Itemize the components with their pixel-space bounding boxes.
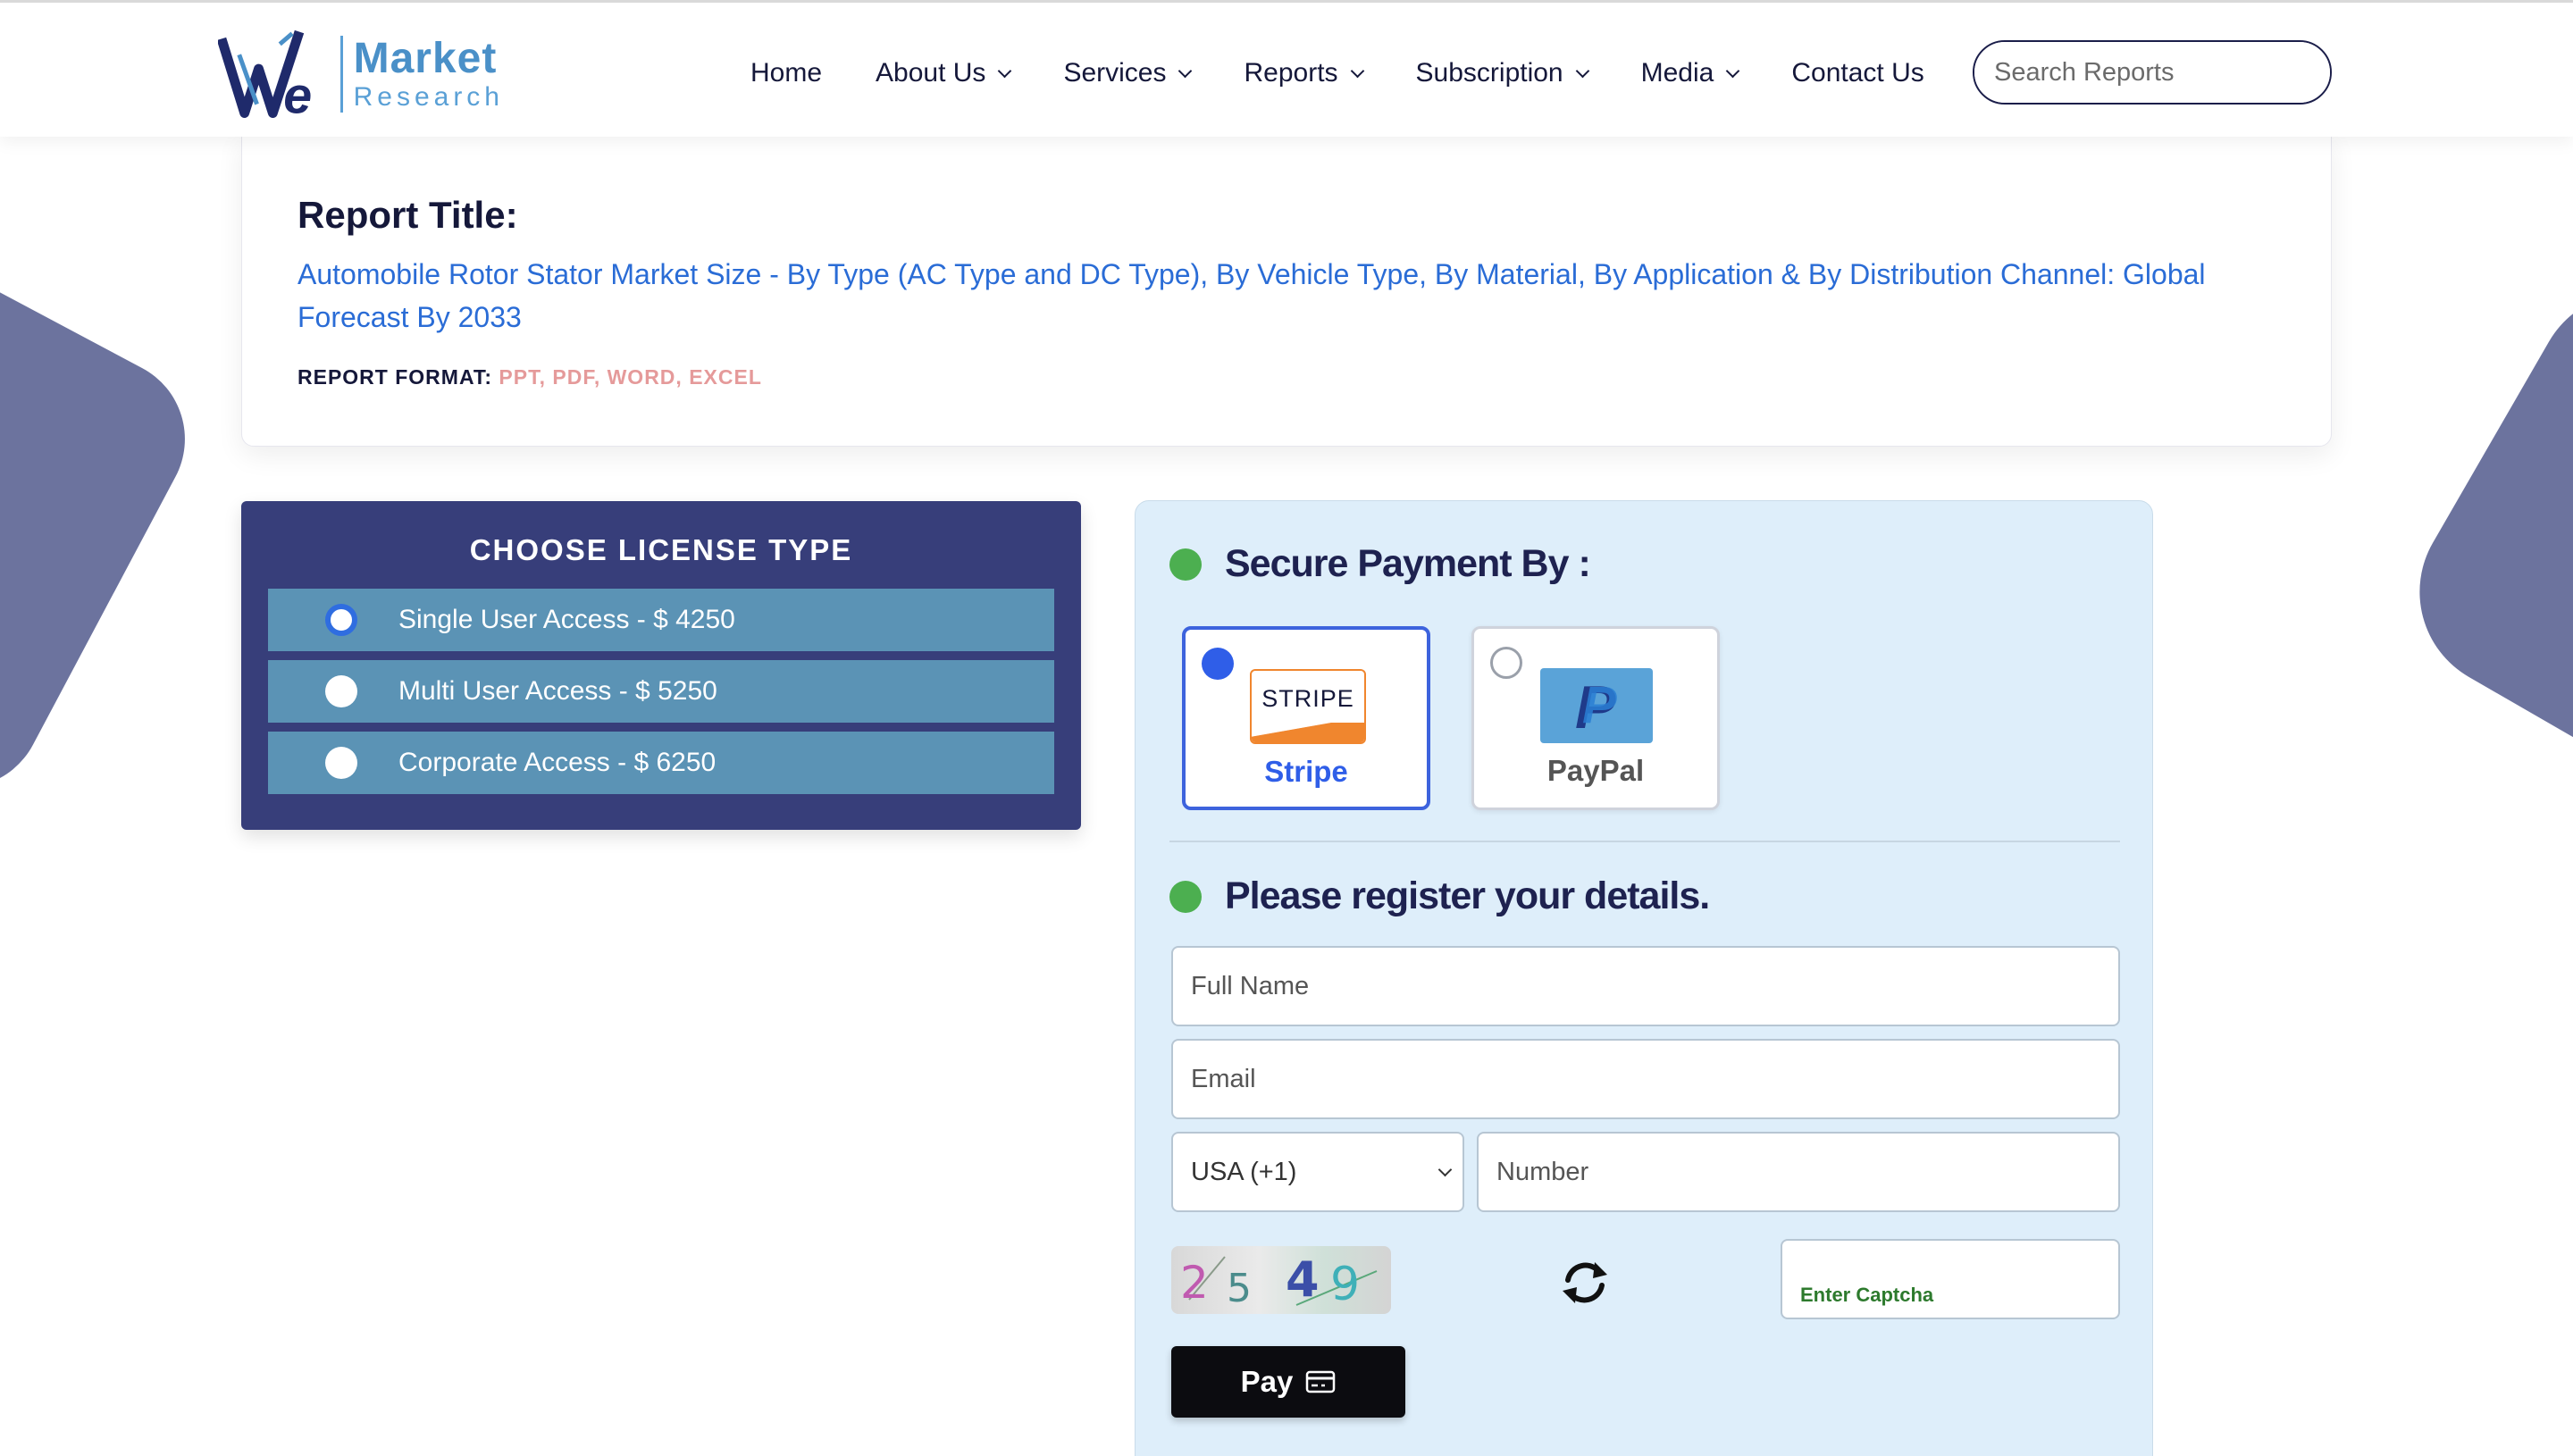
stripe-logo-text: STRIPE <box>1261 685 1354 712</box>
captcha-char: 9 <box>1330 1258 1360 1311</box>
chevron-down-icon <box>1437 1162 1453 1176</box>
nav-label: About Us <box>876 58 986 88</box>
site-logo[interactable]: e Market Research <box>218 28 504 121</box>
license-radio[interactable] <box>325 747 357 779</box>
captcha-image: 2 5 4 9 <box>1171 1246 1391 1314</box>
license-option-corporate[interactable]: Corporate Access - $ 6250 <box>268 732 1054 794</box>
search-box <box>1973 40 2332 105</box>
logo-text: Market Research <box>354 38 504 111</box>
license-radio-selected[interactable] <box>325 604 357 636</box>
nav-home[interactable]: Home <box>750 58 822 88</box>
logo-name-line1: Market <box>353 35 498 82</box>
page: e Market Research Home About Us Services… <box>0 0 2573 1456</box>
site-header: e Market Research Home About Us Services… <box>0 0 2573 137</box>
logo-name-line2: Research <box>353 82 504 112</box>
license-option-label: Single User Access - $ 4250 <box>398 605 735 634</box>
report-title-link[interactable]: Automobile Rotor Stator Market Size - By… <box>298 253 2299 339</box>
captcha-char: 4 <box>1286 1251 1320 1308</box>
license-radio[interactable] <box>325 675 357 707</box>
country-code-select[interactable]: USA (+1) <box>1171 1132 1464 1212</box>
chevron-down-icon <box>1178 63 1193 78</box>
report-title-card: Report Title: Automobile Rotor Stator Ma… <box>241 134 2332 447</box>
nav-contact-us[interactable]: Contact Us <box>1791 58 1923 88</box>
report-format-values: PPT, PDF, WORD, EXCEL <box>499 365 762 389</box>
nav-reports[interactable]: Reports <box>1244 58 1364 88</box>
status-dot-icon <box>1169 548 1202 581</box>
report-title-label: Report Title: <box>298 194 518 236</box>
refresh-icon <box>1563 1262 1607 1303</box>
license-type-panel: CHOOSE LICENSE TYPE Single User Access -… <box>241 501 1081 830</box>
nav-label: Contact Us <box>1791 58 1924 88</box>
credit-card-icon <box>1306 1370 1336 1393</box>
license-option-single-user[interactable]: Single User Access - $ 4250 <box>268 589 1054 651</box>
search-button[interactable] <box>2331 42 2332 103</box>
gateway-radio-selected[interactable] <box>1202 648 1234 680</box>
logo-mark-icon: e <box>218 29 312 121</box>
status-dot-icon <box>1169 880 1202 913</box>
nav-label: Media <box>1640 58 1714 88</box>
section-divider <box>1169 841 2120 842</box>
gateway-name: PayPal <box>1546 754 1645 787</box>
gateway-name: Stripe <box>1264 755 1348 788</box>
full-name-field[interactable] <box>1171 946 2120 1026</box>
svg-text:P: P <box>1582 676 1617 734</box>
nav-label: Reports <box>1244 58 1338 88</box>
country-code-value: USA (+1) <box>1191 1157 1297 1186</box>
decorative-shape-right <box>2384 256 2573 816</box>
svg-text:e: e <box>283 68 312 121</box>
license-option-label: Corporate Access - $ 6250 <box>398 748 717 777</box>
logo-divider <box>339 36 343 113</box>
register-title: Please register your details. <box>1225 874 1710 917</box>
nav-label: Subscription <box>1415 58 1563 88</box>
nav-about-us[interactable]: About Us <box>876 58 1012 88</box>
nav-subscription[interactable]: Subscription <box>1415 58 1589 88</box>
license-option-multi-user[interactable]: Multi User Access - $ 5250 <box>268 660 1054 723</box>
chevron-down-icon <box>998 63 1012 78</box>
register-heading: Please register your details. <box>1169 874 1710 918</box>
nav-label: Home <box>750 58 823 88</box>
chevron-down-icon <box>1575 63 1589 78</box>
pay-button-label: Pay <box>1240 1365 1294 1398</box>
chevron-down-icon <box>1726 63 1740 78</box>
report-format: REPORT FORMAT: PPT, PDF, WORD, EXCEL <box>298 365 762 389</box>
paypal-logo-icon: P P <box>1540 668 1653 743</box>
captcha-char: 5 <box>1227 1266 1252 1311</box>
nav-services[interactable]: Services <box>1063 58 1193 88</box>
captcha-input[interactable] <box>1781 1239 2120 1319</box>
search-input[interactable] <box>1974 42 2330 103</box>
captcha-char: 2 <box>1180 1257 1209 1309</box>
secure-payment-heading: Secure Payment By : <box>1169 542 1591 586</box>
payment-panel: Secure Payment By : STRIPE Stripe P P Pa… <box>1135 500 2153 1456</box>
phone-number-field[interactable] <box>1477 1132 2120 1212</box>
stripe-logo: STRIPE <box>1250 669 1366 744</box>
decorative-shape-left <box>0 238 214 816</box>
chevron-down-icon <box>1350 63 1364 78</box>
payment-option-paypal[interactable]: P P PayPal <box>1471 626 1720 810</box>
search-icon <box>2331 59 2332 86</box>
main-nav: Home About Us Services Reports Subscript… <box>750 51 1924 96</box>
paypal-p-icon: P P <box>1575 676 1617 735</box>
stripe-logo-stripe <box>1252 723 1364 742</box>
payment-option-stripe[interactable]: STRIPE Stripe <box>1182 626 1430 810</box>
refresh-captcha-button[interactable] <box>1555 1253 1614 1312</box>
license-option-label: Multi User Access - $ 5250 <box>398 676 717 706</box>
pay-button[interactable]: Pay <box>1171 1346 1405 1418</box>
nav-media[interactable]: Media <box>1640 58 1740 88</box>
nav-label: Services <box>1063 58 1167 88</box>
gateway-radio[interactable] <box>1490 647 1522 679</box>
license-panel-title: CHOOSE LICENSE TYPE <box>469 533 853 566</box>
email-field[interactable] <box>1171 1039 2120 1119</box>
secure-payment-title: Secure Payment By : <box>1225 542 1591 585</box>
report-format-label: REPORT FORMAT: <box>298 365 493 389</box>
captcha-text: 2 5 4 9 <box>1180 1251 1378 1311</box>
